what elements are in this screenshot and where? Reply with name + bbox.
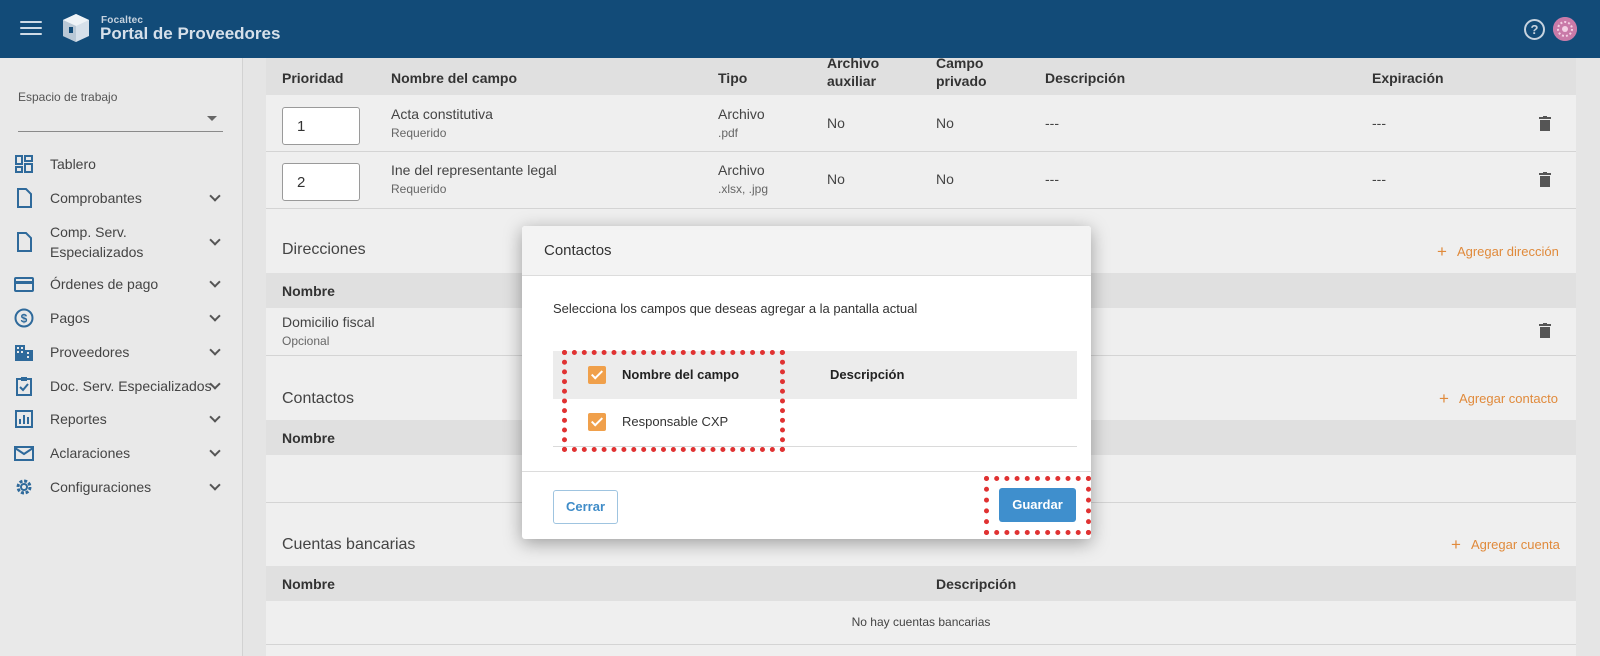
close-button[interactable]: Cerrar (553, 490, 618, 524)
modal-header: Contactos (522, 226, 1091, 276)
modal-title: Contactos (544, 242, 612, 259)
modal-description: Selecciona los campos que deseas agregar… (553, 301, 918, 316)
highlight-box-checkboxes (562, 350, 785, 452)
highlight-box-save (984, 476, 1091, 535)
col-descripcion: Descripción (830, 367, 905, 382)
